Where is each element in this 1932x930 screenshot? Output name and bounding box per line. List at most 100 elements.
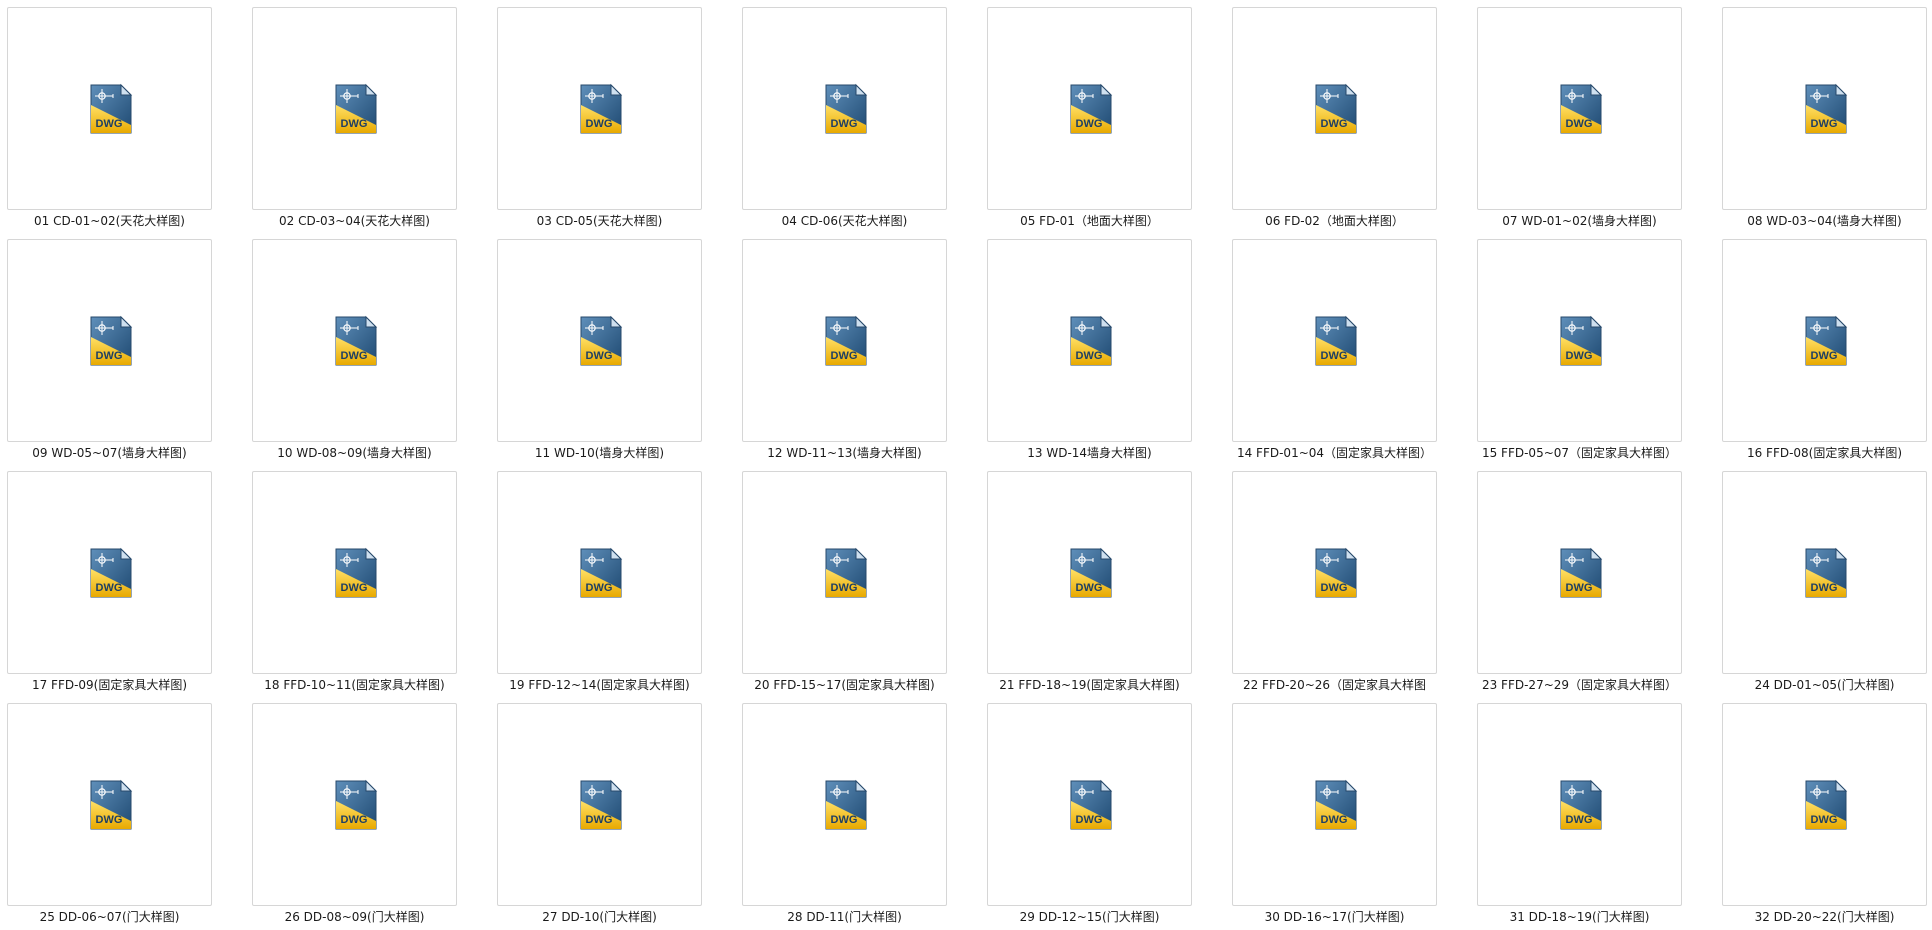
dwg-file-icon: DWG (90, 779, 132, 830)
file-item[interactable]: DWG 04 CD-06(天花大样图) (741, 7, 948, 229)
dwg-icon-label: DWG (1075, 350, 1102, 362)
file-thumbnail[interactable]: DWG (1232, 7, 1437, 211)
file-thumbnail[interactable]: DWG (1232, 239, 1437, 443)
file-item[interactable]: DWG 12 WD-11~13(墙身大样图) (741, 239, 948, 461)
file-name: 04 CD-06(天花大样图) (781, 214, 908, 229)
file-item[interactable]: DWG 11 WD-10(墙身大样图) (496, 239, 703, 461)
file-name: 29 DD-12~15(门大样图) (1019, 910, 1160, 925)
dwg-file-icon: DWG (1560, 315, 1602, 366)
file-item[interactable]: DWG 20 FFD-15~17(固定家具大样图) (741, 471, 948, 693)
dwg-icon-label: DWG (1810, 118, 1837, 130)
file-thumbnail[interactable]: DWG (497, 471, 702, 675)
dwg-file-icon: DWG (1070, 779, 1112, 830)
file-name: 01 CD-01~02(天花大样图) (34, 214, 185, 229)
file-thumbnail[interactable]: DWG (1477, 239, 1682, 443)
file-thumbnail[interactable]: DWG (7, 7, 212, 211)
file-name: 31 DD-18~19(门大样图) (1509, 910, 1650, 925)
file-thumbnail[interactable]: DWG (1232, 703, 1437, 907)
file-thumbnail[interactable]: DWG (1477, 703, 1682, 907)
file-name: 05 FD-01（地面大样图） (1020, 214, 1159, 229)
file-thumbnail[interactable]: DWG (252, 239, 457, 443)
dwg-file-icon: DWG (90, 547, 132, 598)
file-thumbnail[interactable]: DWG (742, 7, 947, 211)
dwg-icon-label: DWG (340, 814, 367, 826)
file-thumbnail[interactable]: DWG (1722, 471, 1927, 675)
file-thumbnail[interactable]: DWG (1477, 471, 1682, 675)
dwg-file-icon: DWG (1315, 779, 1357, 830)
file-thumbnail[interactable]: DWG (1722, 239, 1927, 443)
file-item[interactable]: DWG 22 FFD-20~26（固定家具大样图 (1231, 471, 1438, 693)
file-thumbnail[interactable]: DWG (252, 7, 457, 211)
file-name: 18 FFD-10~11(固定家具大样图) (264, 678, 445, 693)
file-item[interactable]: DWG 13 WD-14墙身大样图) (986, 239, 1193, 461)
file-name: 32 DD-20~22(门大样图) (1754, 910, 1895, 925)
file-item[interactable]: DWG 10 WD-08~09(墙身大样图) (251, 239, 458, 461)
file-thumbnail[interactable]: DWG (987, 239, 1192, 443)
file-item[interactable]: DWG 01 CD-01~02(天花大样图) (6, 7, 213, 229)
dwg-file-icon: DWG (1315, 315, 1357, 366)
dwg-icon-label: DWG (95, 582, 122, 594)
file-item[interactable]: DWG 30 DD-16~17(门大样图) (1231, 703, 1438, 925)
dwg-icon-label: DWG (585, 582, 612, 594)
dwg-file-icon: DWG (580, 315, 622, 366)
dwg-icon-label: DWG (1320, 814, 1347, 826)
file-item[interactable]: DWG 05 FD-01（地面大样图） (986, 7, 1193, 229)
dwg-icon-label: DWG (1565, 582, 1592, 594)
file-thumbnail[interactable]: DWG (497, 703, 702, 907)
file-thumbnail[interactable]: DWG (987, 471, 1192, 675)
file-thumbnail[interactable]: DWG (497, 239, 702, 443)
file-item[interactable]: DWG 27 DD-10(门大样图) (496, 703, 703, 925)
file-name: 27 DD-10(门大样图) (542, 910, 657, 925)
dwg-icon-label: DWG (1565, 814, 1592, 826)
file-item[interactable]: DWG 21 FFD-18~19(固定家具大样图) (986, 471, 1193, 693)
file-thumbnail[interactable]: DWG (742, 471, 947, 675)
dwg-file-icon: DWG (1560, 547, 1602, 598)
file-thumbnail[interactable]: DWG (1722, 703, 1927, 907)
file-thumbnail[interactable]: DWG (252, 703, 457, 907)
file-thumbnail[interactable]: DWG (7, 471, 212, 675)
file-item[interactable]: DWG 31 DD-18~19(门大样图) (1476, 703, 1683, 925)
dwg-icon-label: DWG (95, 814, 122, 826)
file-item[interactable]: DWG 28 DD-11(门大样图) (741, 703, 948, 925)
file-thumbnail[interactable]: DWG (1722, 7, 1927, 211)
dwg-file-icon: DWG (1805, 83, 1847, 134)
file-item[interactable]: DWG 08 WD-03~04(墙身大样图) (1721, 7, 1928, 229)
file-item[interactable]: DWG 26 DD-08~09(门大样图) (251, 703, 458, 925)
file-item[interactable]: DWG 29 DD-12~15(门大样图) (986, 703, 1193, 925)
dwg-icon-label: DWG (585, 350, 612, 362)
file-thumbnail[interactable]: DWG (1477, 7, 1682, 211)
file-thumbnail[interactable]: DWG (987, 7, 1192, 211)
file-name: 09 WD-05~07(墙身大样图) (32, 446, 187, 461)
file-item[interactable]: DWG 15 FFD-05~07（固定家具大样图） (1476, 239, 1683, 461)
file-thumbnail[interactable]: DWG (252, 471, 457, 675)
file-item[interactable]: DWG 19 FFD-12~14(固定家具大样图) (496, 471, 703, 693)
file-thumbnail[interactable]: DWG (7, 239, 212, 443)
file-thumbnail[interactable]: DWG (742, 703, 947, 907)
file-item[interactable]: DWG 02 CD-03~04(天花大样图) (251, 7, 458, 229)
file-name: 15 FFD-05~07（固定家具大样图） (1481, 446, 1678, 461)
file-thumbnail[interactable]: DWG (742, 239, 947, 443)
file-item[interactable]: DWG 09 WD-05~07(墙身大样图) (6, 239, 213, 461)
file-name: 10 WD-08~09(墙身大样图) (277, 446, 432, 461)
dwg-file-icon: DWG (335, 315, 377, 366)
file-thumbnail[interactable]: DWG (987, 703, 1192, 907)
file-item[interactable]: DWG 07 WD-01~02(墙身大样图) (1476, 7, 1683, 229)
file-item[interactable]: DWG 14 FFD-01~04（固定家具大样图） (1231, 239, 1438, 461)
file-item[interactable]: DWG 25 DD-06~07(门大样图) (6, 703, 213, 925)
file-thumbnail[interactable]: DWG (1232, 471, 1437, 675)
file-item[interactable]: DWG 24 DD-01~05(门大样图) (1721, 471, 1928, 693)
file-item[interactable]: DWG 23 FFD-27~29（固定家具大样图） (1476, 471, 1683, 693)
file-item[interactable]: DWG 16 FFD-08(固定家具大样图) (1721, 239, 1928, 461)
file-item[interactable]: DWG 03 CD-05(天花大样图) (496, 7, 703, 229)
file-thumbnail[interactable]: DWG (497, 7, 702, 211)
dwg-file-icon: DWG (1805, 315, 1847, 366)
file-item[interactable]: DWG 17 FFD-09(固定家具大样图) (6, 471, 213, 693)
file-item[interactable]: DWG 06 FD-02（地面大样图） (1231, 7, 1438, 229)
file-item[interactable]: DWG 18 FFD-10~11(固定家具大样图) (251, 471, 458, 693)
dwg-icon-label: DWG (1810, 814, 1837, 826)
dwg-icon-label: DWG (1810, 350, 1837, 362)
file-item[interactable]: DWG 32 DD-20~22(门大样图) (1721, 703, 1928, 925)
dwg-file-icon: DWG (825, 547, 867, 598)
file-thumbnail[interactable]: DWG (7, 703, 212, 907)
dwg-icon-label: DWG (585, 118, 612, 130)
